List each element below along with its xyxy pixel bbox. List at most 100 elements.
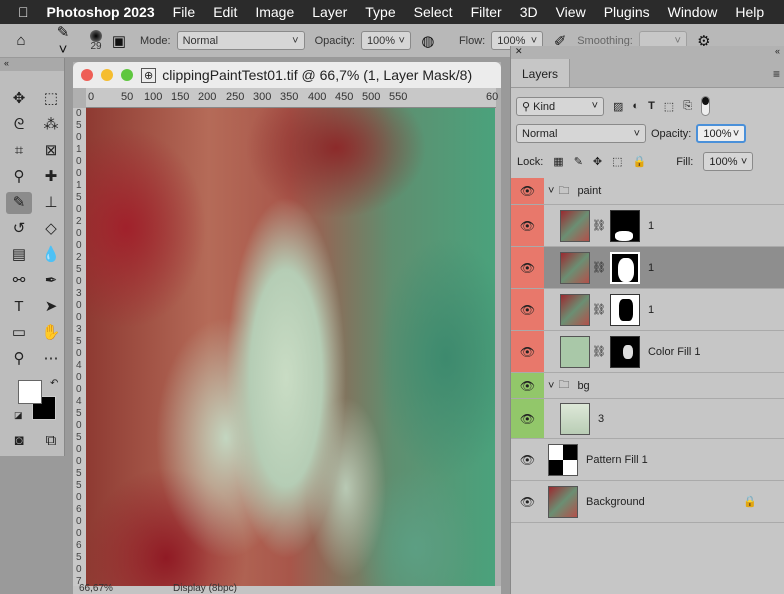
type-tool-icon[interactable]: T — [6, 296, 32, 318]
lock-all-icon[interactable]: 🔒 — [633, 155, 647, 168]
menu-edit[interactable]: Edit — [213, 4, 237, 20]
close-window-button[interactable] — [81, 69, 93, 81]
blend-mode-select[interactable]: Normal ˅ — [516, 124, 646, 143]
dodge-tool-icon[interactable]: ⚯ — [6, 270, 32, 292]
zoom-level[interactable]: 66,67% — [79, 583, 113, 594]
layer-row[interactable]: 👁 3 — [511, 399, 784, 439]
lasso-tool-icon[interactable]: ᘓ — [6, 114, 32, 136]
menu-image[interactable]: Image — [255, 4, 294, 20]
rectangle-tool-icon[interactable]: ▭ — [6, 322, 32, 344]
layer-row[interactable]: 👁 ⛓ 1 — [511, 289, 784, 331]
layer-row-group-paint[interactable]: 👁 ˅ 🗀 paint — [511, 178, 784, 205]
filter-type-icon[interactable]: T — [648, 100, 655, 112]
close-panel-icon[interactable]: ✕ — [515, 46, 523, 60]
menu-app[interactable]: Photoshop 2023 — [47, 4, 155, 20]
layer-mask-thumbnail[interactable] — [609, 209, 640, 242]
zoom-window-button[interactable] — [121, 69, 133, 81]
chevron-down-icon[interactable]: ˅ — [548, 380, 554, 392]
layer-mask-thumbnail[interactable] — [609, 293, 640, 326]
visibility-eye-icon[interactable]: 👁 — [511, 178, 544, 204]
move-tool-icon[interactable]: ✥ — [6, 88, 32, 110]
link-icon[interactable]: ⛓ — [592, 261, 606, 274]
quick-mask-icon[interactable]: ◙ — [6, 430, 32, 452]
blur-tool-icon[interactable]: 💧 — [38, 244, 64, 266]
brush-settings-icon[interactable]: ▣ — [108, 32, 130, 50]
link-icon[interactable]: ⛓ — [592, 219, 606, 232]
image-canvas[interactable] — [86, 108, 495, 586]
lock-position-icon[interactable]: ✥ — [593, 155, 602, 168]
crop-tool-icon[interactable]: ⌗ — [6, 140, 32, 162]
lock-transparent-icon[interactable]: ▦ — [553, 155, 563, 168]
pen-tool-icon[interactable]: ✒ — [38, 270, 64, 292]
filter-shape-icon[interactable]: ⬚ — [664, 100, 674, 113]
filter-adjustment-icon[interactable]: ◐ — [632, 100, 639, 112]
apple-menu[interactable]:  — [18, 4, 29, 20]
layer-opacity-field[interactable]: 100% ˅ — [696, 124, 747, 143]
filter-toggle[interactable] — [701, 96, 711, 116]
visibility-eye-icon[interactable]: 👁 — [511, 373, 544, 398]
stamp-tool-icon[interactable]: ⊥ — [38, 192, 64, 214]
menu-window[interactable]: Window — [668, 4, 718, 20]
collapse-panel-icon[interactable]: « — [775, 46, 780, 60]
menu-view[interactable]: View — [556, 4, 586, 20]
history-brush-tool-icon[interactable]: ↺ — [6, 218, 32, 240]
home-icon[interactable]: ⌂ — [10, 32, 32, 49]
layer-row[interactable]: 👁 ⛓ 1 — [511, 205, 784, 247]
layer-row[interactable]: 👁 ⛓ Color Fill 1 — [511, 331, 784, 373]
chevron-down-icon[interactable]: ˅ — [548, 185, 554, 197]
menu-help[interactable]: Help — [735, 4, 764, 20]
more-tools-icon[interactable]: ⋯ — [38, 348, 64, 370]
marquee-tool-icon[interactable]: ⬚ — [38, 88, 64, 110]
brush-size-picker[interactable]: 29 — [90, 29, 102, 52]
layer-row-group-bg[interactable]: 👁 ˅ 🗀 bg — [511, 373, 784, 399]
fill-field[interactable]: 100% ˅ — [703, 152, 754, 171]
panel-menu-icon[interactable]: ≡ — [773, 67, 780, 81]
menu-layer[interactable]: Layer — [312, 4, 347, 20]
eyedropper-tool-icon[interactable]: ⚲ — [6, 166, 32, 188]
visibility-eye-icon[interactable]: 👁 — [511, 205, 544, 246]
visibility-eye-icon[interactable]: 👁 — [511, 289, 544, 330]
filter-kind-select[interactable]: ⚲ Kind ˅ — [516, 96, 604, 116]
menu-plugins[interactable]: Plugins — [604, 4, 650, 20]
layer-row[interactable]: 👁 Pattern Fill 1 — [511, 439, 784, 481]
collapse-icon[interactable]: « — [0, 58, 64, 71]
tab-layers[interactable]: Layers — [511, 59, 571, 87]
visibility-eye-icon[interactable]: 👁 — [511, 331, 544, 372]
pressure-opacity-icon[interactable]: ◍ — [417, 32, 439, 50]
visibility-eye-icon[interactable]: 👁 — [511, 481, 544, 522]
gradient-tool-icon[interactable]: ▤ — [6, 244, 32, 266]
brush-preset-icon[interactable]: ✎ ˅ — [52, 23, 74, 58]
magic-wand-tool-icon[interactable]: ⁂ — [38, 114, 64, 136]
minimize-window-button[interactable] — [101, 69, 113, 81]
menu-file[interactable]: File — [173, 4, 196, 20]
layer-mask-thumbnail[interactable] — [609, 251, 640, 284]
screen-mode-icon[interactable]: ⧉ — [38, 430, 64, 452]
brush-tool-icon[interactable]: ✎ — [6, 192, 32, 214]
lock-artboard-icon[interactable]: ⬚ — [612, 155, 622, 168]
foreground-color-swatch[interactable] — [18, 380, 42, 404]
filter-pixel-icon[interactable]: ▨ — [613, 100, 623, 113]
mode-select[interactable]: Normal ˅ — [176, 31, 305, 50]
filter-smart-object-icon[interactable]: ⎘ — [683, 100, 692, 113]
frame-tool-icon[interactable]: ⊠ — [38, 140, 64, 162]
menu-select[interactable]: Select — [414, 4, 453, 20]
lock-pixels-icon[interactable]: ✎ — [574, 155, 583, 168]
hand-tool-icon[interactable]: ✋ — [38, 322, 64, 344]
path-selection-tool-icon[interactable]: ➤ — [38, 296, 64, 318]
link-icon[interactable]: ⛓ — [592, 303, 606, 316]
visibility-eye-icon[interactable]: 👁 — [511, 247, 544, 288]
menu-filter[interactable]: Filter — [471, 4, 502, 20]
opacity-field[interactable]: 100% ˅ — [360, 31, 411, 50]
menu-type[interactable]: Type — [365, 4, 395, 20]
swap-colors-icon[interactable]: ↶ — [50, 378, 58, 389]
healing-brush-tool-icon[interactable]: ✚ — [38, 166, 64, 188]
visibility-eye-icon[interactable]: 👁 — [511, 439, 544, 480]
status-info[interactable]: Display (8bpc) — [173, 583, 237, 594]
default-colors-icon[interactable]: ◪ — [14, 410, 23, 421]
menu-3d[interactable]: 3D — [520, 4, 538, 20]
visibility-eye-icon[interactable]: 👁 — [511, 399, 544, 438]
layer-row[interactable]: 👁 Background 🔒 — [511, 481, 784, 523]
zoom-tool-icon[interactable]: ⚲ — [6, 348, 32, 370]
layer-mask-thumbnail[interactable] — [609, 335, 640, 368]
eraser-tool-icon[interactable]: ◇ — [38, 218, 64, 240]
